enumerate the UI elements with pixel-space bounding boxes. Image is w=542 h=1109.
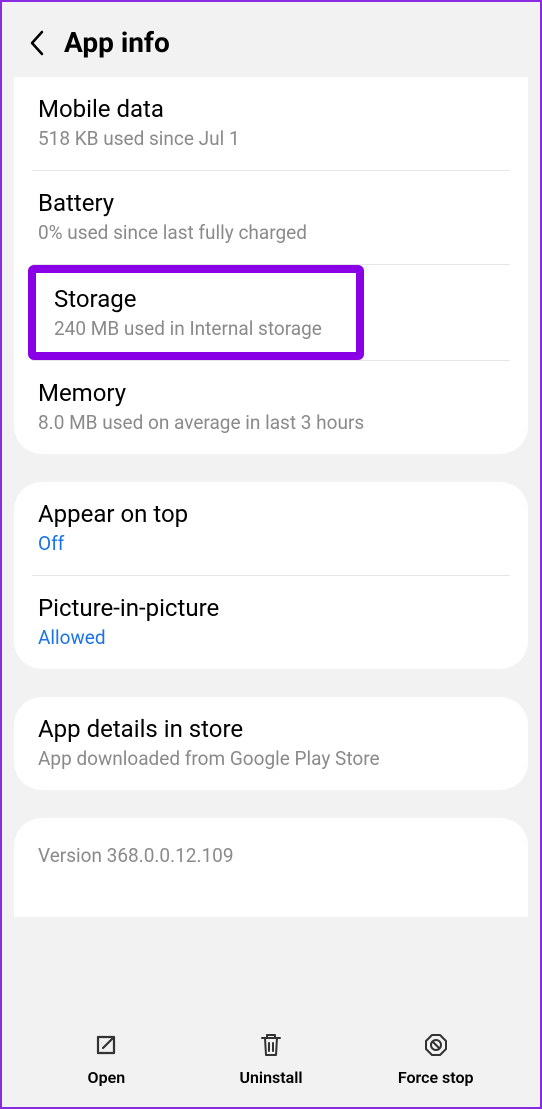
uninstall-button[interactable]: Uninstall: [189, 1030, 354, 1087]
back-button[interactable]: [28, 29, 46, 57]
version-card: Version 368.0.0.12.109: [14, 818, 528, 917]
memory-title: Memory: [38, 379, 504, 407]
storage-highlight: Storage 240 MB used in Internal storage: [28, 265, 364, 360]
bottom-bar: Open Uninstall Force stop: [4, 1012, 538, 1107]
open-label: Open: [88, 1068, 126, 1087]
pip-title: Picture-in-picture: [38, 594, 504, 622]
page-title: App info: [64, 26, 170, 59]
open-icon: [91, 1030, 121, 1060]
app-details-sub: App downloaded from Google Play Store: [38, 747, 504, 770]
header: App info: [2, 2, 540, 77]
chevron-left-icon: [29, 30, 45, 56]
storage-title: Storage: [54, 285, 340, 313]
usage-card: Mobile data 518 KB used since Jul 1 Batt…: [14, 77, 528, 454]
appear-on-top-item[interactable]: Appear on top Off: [14, 482, 528, 575]
battery-item[interactable]: Battery 0% used since last fully charged: [14, 171, 528, 264]
store-card: App details in store App downloaded from…: [14, 697, 528, 790]
appear-on-top-status: Off: [38, 532, 504, 555]
app-details-item[interactable]: App details in store App downloaded from…: [14, 697, 528, 790]
force-stop-button[interactable]: Force stop: [353, 1030, 518, 1087]
trash-icon: [256, 1030, 286, 1060]
battery-sub: 0% used since last fully charged: [38, 221, 504, 244]
app-details-title: App details in store: [38, 715, 504, 743]
storage-sub: 240 MB used in Internal storage: [54, 317, 340, 340]
version-text: Version 368.0.0.12.109: [38, 844, 504, 867]
force-stop-label: Force stop: [398, 1068, 474, 1087]
storage-item[interactable]: Storage 240 MB used in Internal storage: [14, 265, 528, 360]
display-card: Appear on top Off Picture-in-picture All…: [14, 482, 528, 669]
appear-on-top-title: Appear on top: [38, 500, 504, 528]
uninstall-label: Uninstall: [239, 1068, 302, 1087]
open-button[interactable]: Open: [24, 1030, 189, 1087]
memory-item[interactable]: Memory 8.0 MB used on average in last 3 …: [14, 361, 528, 454]
mobile-data-title: Mobile data: [38, 95, 504, 123]
battery-title: Battery: [38, 189, 504, 217]
memory-sub: 8.0 MB used on average in last 3 hours: [38, 411, 504, 434]
stop-icon: [421, 1030, 451, 1060]
mobile-data-sub: 518 KB used since Jul 1: [38, 127, 504, 150]
pip-status: Allowed: [38, 626, 504, 649]
mobile-data-item[interactable]: Mobile data 518 KB used since Jul 1: [14, 77, 528, 170]
pip-item[interactable]: Picture-in-picture Allowed: [14, 576, 528, 669]
